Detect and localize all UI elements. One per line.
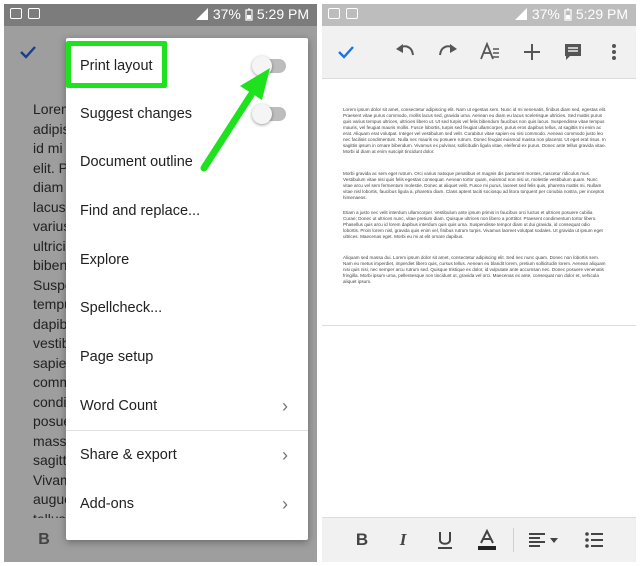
italic-button[interactable]: I [383, 518, 423, 562]
more-vert-icon [612, 44, 616, 60]
status-bar: 37% 5:29 PM [322, 4, 636, 26]
align-left-icon [529, 533, 558, 547]
comment-icon [565, 44, 581, 60]
page-gap [322, 326, 636, 517]
doc-toolbar [322, 26, 636, 79]
text-format-icon [480, 41, 499, 60]
paragraph: Lorem ipsum dolor sit amet, consectetur … [343, 107, 607, 154]
undo-button[interactable] [385, 26, 425, 78]
app-notification-icon [346, 8, 358, 19]
signal-icon [514, 8, 527, 20]
comment-button[interactable] [553, 26, 593, 78]
undo-icon [396, 44, 414, 56]
text-color-icon [478, 529, 496, 550]
underline-icon [438, 532, 452, 549]
gallery-notification-icon [328, 8, 340, 19]
format-toolbar: B I [322, 517, 636, 562]
paragraph: Morbi gravida ac sem eget rutrum. Orci v… [343, 171, 605, 200]
paragraph: Aliquam sed massa dui. Lorem ipsum dolor… [343, 255, 606, 284]
clock: 5:29 PM [575, 6, 628, 22]
redo-icon [439, 44, 457, 56]
underline-button[interactable] [425, 518, 465, 562]
text-format-button[interactable] [470, 26, 510, 78]
done-button[interactable] [326, 26, 366, 78]
toolbar-divider [513, 528, 514, 552]
insert-button[interactable] [512, 26, 552, 78]
italic-icon: I [399, 530, 407, 549]
battery-percent: 37% [531, 6, 560, 22]
document-page[interactable]: Lorem ipsum dolor sit amet, consectetur … [322, 79, 636, 326]
plus-icon [524, 44, 540, 60]
bulleted-list-button[interactable] [574, 518, 614, 562]
more-options-button[interactable] [594, 26, 634, 78]
redo-button[interactable] [428, 26, 468, 78]
paragraph: Etiam a justo nec velit interdum ullamco… [343, 210, 603, 239]
text-color-button[interactable] [467, 518, 507, 562]
battery-icon [564, 8, 572, 21]
bold-button[interactable]: B [342, 518, 382, 562]
bold-icon: B [355, 530, 369, 549]
bulleted-list-icon [585, 532, 603, 548]
check-icon [338, 46, 354, 59]
align-dropdown[interactable] [520, 518, 568, 562]
right-screen: 37% 5:29 PM Lorem ipsum dolor sit amet, … [322, 4, 636, 562]
